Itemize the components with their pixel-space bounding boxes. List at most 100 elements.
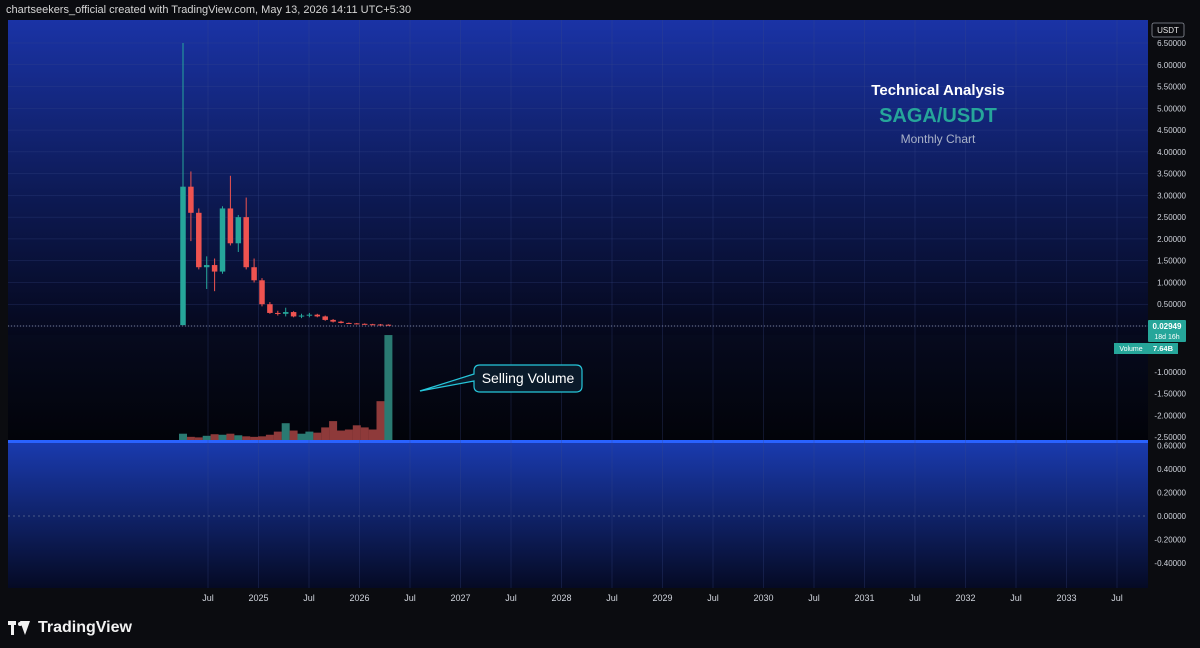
- chart-subtitle: SAGA/USDT: [879, 105, 997, 127]
- candle-body: [211, 265, 218, 272]
- volume-bar: [242, 436, 251, 440]
- candle-body: [338, 321, 344, 323]
- volume-bar: [297, 433, 306, 440]
- candle-body: [243, 217, 249, 268]
- indicator-tick-label: 0.20000: [1157, 489, 1186, 498]
- price-tick-label: 4.00000: [1157, 148, 1186, 157]
- volume-bar: [234, 435, 243, 440]
- x-tick-label: Jul: [808, 593, 820, 603]
- candle-body: [227, 208, 234, 244]
- candle-body: [196, 212, 202, 268]
- x-tick-label: Jul: [606, 593, 618, 603]
- candle-body: [203, 265, 210, 268]
- indicator-tick-label: 0.00000: [1157, 512, 1186, 521]
- volume-badge-label: Volume: [1119, 346, 1142, 353]
- candle-body: [322, 316, 328, 320]
- candlestick-chart[interactable]: Technical Analysis SAGA/USDT Monthly Cha…: [0, 0, 1200, 648]
- volume-bar: [186, 436, 195, 440]
- price-tick-label: 2.00000: [1157, 235, 1186, 244]
- candle-body: [314, 314, 321, 317]
- indicator-tick-label: 0.40000: [1157, 465, 1186, 474]
- chart-caption: Monthly Chart: [901, 132, 976, 146]
- currency-badge[interactable]: USDT: [1151, 22, 1185, 38]
- candle-body: [219, 208, 226, 272]
- volume-bar: [226, 433, 235, 440]
- candle-body: [267, 304, 273, 313]
- candle-body: [251, 267, 257, 281]
- x-tick-label: 2025: [248, 593, 268, 603]
- x-tick-label: Jul: [1010, 593, 1022, 603]
- x-tick-label: 2031: [854, 593, 874, 603]
- volume-bar: [194, 437, 203, 440]
- volume-bar: [321, 427, 330, 440]
- x-tick-label: 2030: [753, 593, 773, 603]
- currency-label: USDT: [1157, 26, 1179, 35]
- x-tick-label: 2028: [551, 593, 571, 603]
- volume-bar: [360, 427, 369, 440]
- price-tick-label: 4.50000: [1157, 126, 1186, 135]
- price-pane: [8, 20, 1148, 335]
- x-tick-label: Jul: [505, 593, 517, 603]
- volume-bar: [337, 430, 345, 440]
- price-tick-label: 3.50000: [1157, 170, 1186, 179]
- candle-body: [306, 314, 313, 316]
- volume-bar: [202, 435, 211, 440]
- indicator-tick-label: -0.40000: [1154, 559, 1186, 568]
- volume-bar: [265, 434, 274, 440]
- price-tick-label: -1.50000: [1154, 390, 1186, 399]
- candle-body: [361, 323, 368, 325]
- volume-bar: [313, 432, 322, 440]
- time-axis-labels: Jul 2025 Jul 2026 Jul 2027 Jul 2028 Jul 2029 Jul 20…: [202, 593, 1123, 603]
- volume-bar: [376, 401, 385, 440]
- x-tick-label: 2029: [652, 593, 672, 603]
- candle-body: [235, 217, 242, 244]
- volume-bar: [344, 429, 353, 440]
- price-tick-label: 1.50000: [1157, 257, 1186, 266]
- footer: TradingView: [0, 608, 1200, 648]
- volume-badge-value: 7.64B: [1153, 344, 1174, 353]
- chart-title: Technical Analysis: [871, 82, 1004, 99]
- candle-body: [259, 280, 265, 305]
- price-tick-label: 3.00000: [1157, 191, 1186, 200]
- x-tick-label: 2026: [349, 593, 369, 603]
- pane-separator: [8, 440, 1148, 443]
- volume-bar: [289, 430, 298, 440]
- volume-bar: [368, 429, 377, 440]
- x-tick-label: Jul: [303, 593, 315, 603]
- x-tick-label: 2027: [450, 593, 470, 603]
- annotation-text: Selling Volume: [482, 370, 575, 386]
- volume-bar: [273, 431, 282, 440]
- last-price-value: 0.02949: [1153, 322, 1182, 331]
- candle-body: [282, 312, 289, 314]
- price-tick-label: 2.50000: [1157, 213, 1186, 222]
- x-tick-label: Jul: [707, 593, 719, 603]
- price-tick-label: 0.50000: [1157, 300, 1186, 309]
- candle-body: [346, 322, 352, 324]
- indicator-tick-label: -0.20000: [1154, 536, 1186, 545]
- volume-bar: [179, 433, 187, 440]
- indicator-tick-label: 0.60000: [1157, 442, 1186, 451]
- price-tick-label: 6.00000: [1157, 61, 1186, 70]
- last-price-countdown: 18d 16h: [1154, 334, 1179, 341]
- volume-bar: [218, 434, 227, 440]
- candle-body: [275, 312, 281, 314]
- last-price-badge: 0.02949 18d 16h: [1148, 320, 1186, 342]
- x-tick-label: Jul: [909, 593, 921, 603]
- price-tick-label: 1.00000: [1157, 278, 1186, 287]
- candle-body: [385, 324, 392, 326]
- footer-brand: TradingView: [38, 619, 132, 636]
- volume-bar: [352, 425, 361, 440]
- x-tick-label: Jul: [202, 593, 214, 603]
- volume-bar: [329, 421, 338, 440]
- candle-body: [330, 319, 336, 322]
- volume-bar: [281, 423, 290, 440]
- candle-body: [180, 186, 186, 326]
- volume-bar: [210, 434, 219, 440]
- x-tick-label: Jul: [1111, 593, 1123, 603]
- volume-badge: Volume 7.64B: [1114, 343, 1178, 354]
- candle-body: [290, 312, 297, 317]
- price-tick-label: 5.50000: [1157, 83, 1186, 92]
- candle-body: [188, 186, 194, 213]
- candle-body: [298, 315, 305, 317]
- volume-bar: [258, 436, 266, 440]
